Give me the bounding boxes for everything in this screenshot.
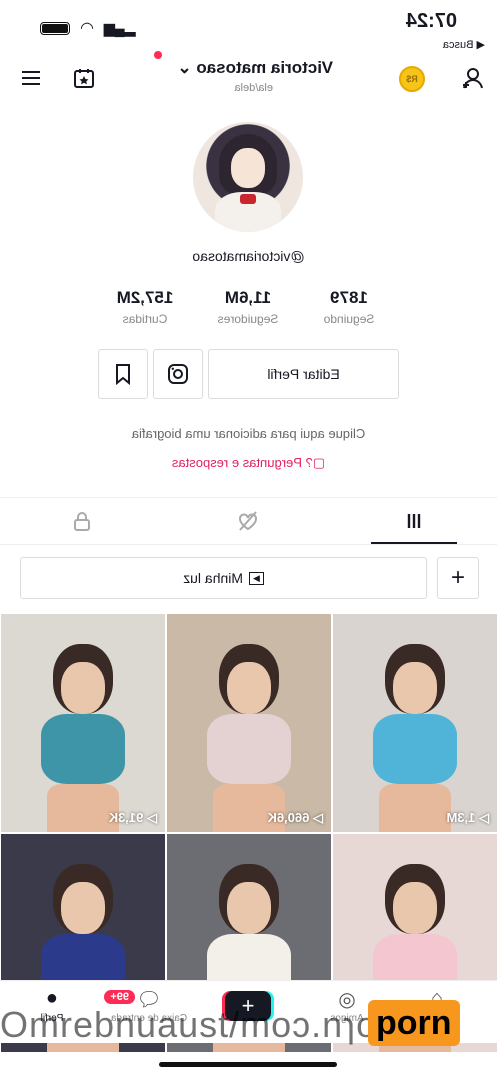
qa-link[interactable]: ▢? Perguntas e respostas: [0, 455, 497, 471]
battery-icon: [40, 21, 70, 35]
home-indicator: [159, 1062, 337, 1067]
back-to-search-link[interactable]: ◀ Busca: [443, 38, 485, 51]
bookmark-icon: [116, 364, 130, 385]
profile-handle: @victoriamatosao: [192, 248, 305, 264]
instagram-icon: [168, 364, 188, 384]
wifi-icon: ◠: [80, 20, 94, 37]
status-time: 07:24: [405, 10, 457, 32]
profile-pronouns: ela/dela: [234, 82, 273, 94]
playlist-icon: ▶: [249, 571, 264, 585]
video-figure: [379, 784, 451, 832]
qa-icon: ▢?: [305, 455, 326, 470]
nav-home[interactable]: ⌂ Início: [397, 987, 477, 1024]
coins-icon[interactable]: R$: [399, 66, 425, 92]
video-figure: [227, 662, 271, 714]
video-figure: [373, 714, 457, 784]
video-view-count: ▷ 660,6K: [267, 810, 323, 825]
profile-name: Victoria matosao: [196, 58, 333, 77]
stat-value: 11,6M: [224, 288, 272, 307]
chevron-down-icon: ⌄: [177, 58, 192, 77]
profile-icon: ●: [45, 987, 59, 1009]
favorites-button[interactable]: [98, 349, 148, 399]
plus-icon: +: [451, 564, 466, 591]
video-figure: [61, 662, 105, 714]
lock-icon: [74, 512, 90, 531]
nav-label: Amigos: [330, 1013, 364, 1024]
video-figure: [227, 882, 271, 934]
stat-value: 1879: [330, 288, 368, 307]
create-button[interactable]: +: [225, 991, 271, 1021]
home-icon: ⌂: [430, 987, 444, 1009]
edit-profile-label: Editar Perfil: [267, 366, 340, 382]
nav-label: Perfil: [40, 1013, 64, 1024]
video-figure: [61, 882, 105, 934]
bottom-nav: ⌂ Início ◎ Amigos + 🗨 Caixa de entrada 9…: [0, 980, 497, 1043]
video-figure: [41, 714, 125, 784]
video-figure: [393, 882, 437, 934]
video-thumbnail[interactable]: ▷ 91,3K: [1, 614, 165, 832]
stat-following[interactable]: 1879 Seguindo: [299, 288, 399, 326]
profile-name-switcher[interactable]: Victoria matosao ⌄: [177, 58, 333, 78]
grid-icon: [407, 514, 421, 528]
stat-label: Seguidores: [217, 312, 279, 326]
video-thumbnail[interactable]: ▷ 1,3M: [333, 614, 497, 832]
calendar-icon[interactable]: [70, 64, 98, 92]
qa-label: Perguntas e respostas: [171, 455, 302, 470]
stat-followers[interactable]: 11,6M Seguidores: [198, 288, 298, 326]
add-friend-icon[interactable]: [459, 64, 487, 92]
stat-value: 157,2M: [116, 288, 174, 307]
video-figure: [393, 662, 437, 714]
tab-liked[interactable]: [165, 498, 331, 544]
notification-dot: [154, 51, 162, 59]
bio-placeholder[interactable]: Clique aqui para adicionar uma biografia: [0, 426, 497, 441]
add-playlist-button[interactable]: +: [437, 557, 479, 599]
video-view-count: ▷ 91,3K: [108, 810, 157, 825]
tab-private[interactable]: [0, 498, 165, 544]
video-figure: [207, 714, 291, 784]
edit-profile-button[interactable]: Editar Perfil: [208, 349, 399, 399]
menu-icon[interactable]: [17, 64, 45, 92]
profile-avatar[interactable]: [193, 122, 303, 232]
nav-label: Início: [425, 1013, 449, 1024]
mirrored-screen: 07:24 ◀ Busca ▂▄▆ ◠ R$ Victoria matosao …: [0, 0, 497, 1077]
instagram-button[interactable]: [153, 349, 203, 399]
stat-label: Curtidas: [122, 312, 168, 326]
compass-icon: ◎: [338, 989, 356, 1011]
signal-icon: ▂▄▆: [103, 19, 136, 36]
inbox-badge: 99+: [104, 990, 135, 1004]
tab-videos[interactable]: [331, 498, 497, 544]
nav-label: Caixa de entrada: [110, 1013, 188, 1024]
nav-profile[interactable]: ● Perfil: [12, 987, 92, 1024]
nav-friends[interactable]: ◎ Amigos: [307, 987, 387, 1024]
playlist-label: Minha luz: [183, 570, 243, 586]
status-icons: ▂▄▆ ◠: [40, 18, 135, 38]
status-bar: 07:24 ◀ Busca ▂▄▆ ◠: [0, 0, 497, 51]
video-thumbnail[interactable]: ▷ 660,6K: [167, 614, 331, 832]
profile-top-bar: R$ Victoria matosao ⌄ ela/dela: [0, 51, 497, 100]
stat-label: Seguindo: [323, 312, 375, 326]
plus-icon: +: [241, 993, 255, 1018]
nav-inbox[interactable]: 🗨 Caixa de entrada 99+: [104, 987, 189, 1024]
liked-hidden-icon: [239, 511, 257, 531]
playlist-chip[interactable]: ▶ Minha luz: [20, 557, 427, 599]
video-view-count: ▷ 1,3M: [446, 810, 489, 825]
stat-likes: 157,2M Curtidas: [95, 288, 195, 326]
content-tabs: [0, 497, 497, 545]
